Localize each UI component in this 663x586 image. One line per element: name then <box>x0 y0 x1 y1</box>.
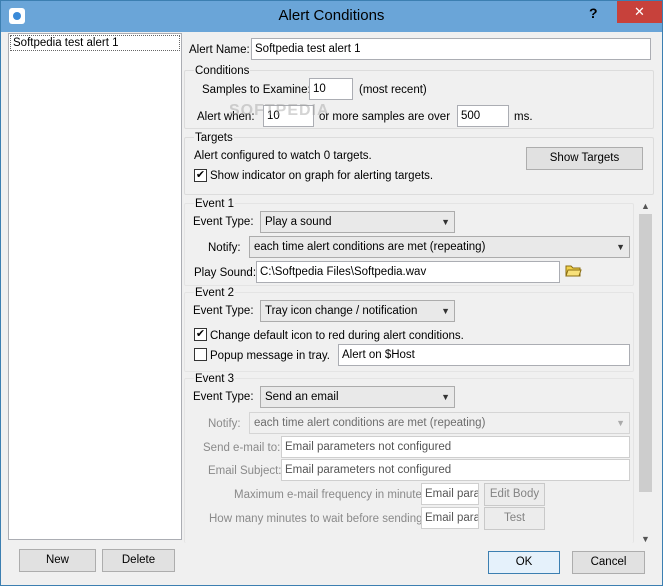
event3-type-label: Event Type: <box>193 391 254 403</box>
event1-heading: Event 1 <box>194 197 235 211</box>
alert-list[interactable]: Softpedia test alert 1 <box>8 33 182 540</box>
event1-type-value: Play a sound <box>265 216 332 228</box>
show-indicator-label: Show indicator on graph for alerting tar… <box>210 170 434 182</box>
max-frequency-label: Maximum e-mail frequency in minutes: <box>234 489 431 501</box>
play-sound-label: Play Sound: <box>194 267 257 279</box>
scrollbar-thumb[interactable] <box>639 214 652 492</box>
alert-conditions-window: Alert Conditions ? ✕ Softpedia test aler… <box>0 0 663 586</box>
event1-type-label: Event Type: <box>193 216 254 228</box>
event2-type-label: Event Type: <box>193 305 254 317</box>
wait-minutes-label: How many minutes to wait before sending: <box>209 513 426 525</box>
vertical-scrollbar[interactable]: ▲ ▼ <box>637 200 654 546</box>
event2-type-value: Tray icon change / notification <box>265 305 418 317</box>
popup-label: Popup message in tray. <box>210 350 330 362</box>
title-bar: Alert Conditions ? ✕ <box>1 1 662 32</box>
threshold-input[interactable]: 500 <box>457 105 509 127</box>
edit-body-button[interactable]: Edit Body <box>484 483 545 506</box>
show-indicator-checkbox[interactable]: ✔ <box>194 169 207 182</box>
event1-notify-label: Notify: <box>208 242 241 254</box>
watermark: SOFTPEDIA <box>229 102 330 119</box>
event3-heading: Event 3 <box>194 372 235 386</box>
wait-minutes-input[interactable]: Email param <box>421 507 479 529</box>
scroll-up-icon[interactable]: ▲ <box>637 200 654 213</box>
event3-notify-select[interactable]: each time alert conditions are met (repe… <box>249 412 630 434</box>
folder-icon[interactable] <box>565 263 582 277</box>
chevron-down-icon: ▼ <box>441 217 450 227</box>
send-to-label: Send e-mail to: <box>203 442 281 454</box>
event1-type-select[interactable]: Play a sound ▼ <box>260 211 455 233</box>
over-label: or more samples are over <box>319 111 451 123</box>
play-sound-input[interactable]: C:\Softpedia Files\Softpedia.wav <box>256 261 560 283</box>
chevron-down-icon: ▼ <box>616 242 625 252</box>
list-item[interactable]: Softpedia test alert 1 <box>10 35 180 51</box>
change-icon-checkbox[interactable]: ✔ <box>194 328 207 341</box>
test-button[interactable]: Test <box>484 507 545 530</box>
scroll-down-icon[interactable]: ▼ <box>637 533 654 546</box>
ok-button[interactable]: OK <box>488 551 560 574</box>
event2-type-select[interactable]: Tray icon change / notification ▼ <box>260 300 455 322</box>
new-button[interactable]: New <box>19 549 96 572</box>
samples-suffix: (most recent) <box>359 84 427 96</box>
event1-notify-select[interactable]: each time alert conditions are met (repe… <box>249 236 630 258</box>
close-button[interactable]: ✕ <box>617 1 662 23</box>
alert-name-input[interactable]: Softpedia test alert 1 <box>251 38 651 60</box>
max-frequency-input[interactable]: Email param <box>421 483 479 505</box>
window-title: Alert Conditions <box>278 7 385 24</box>
unit-label: ms. <box>514 111 533 123</box>
event3-type-select[interactable]: Send an email ▼ <box>260 386 455 408</box>
popup-message-input[interactable]: Alert on $Host <box>338 344 630 366</box>
help-button[interactable]: ? <box>589 5 598 21</box>
event2-heading: Event 2 <box>194 286 235 300</box>
show-targets-button[interactable]: Show Targets <box>526 147 643 170</box>
event1-notify-value: each time alert conditions are met (repe… <box>254 241 486 253</box>
samples-label: Samples to Examine: <box>202 84 311 96</box>
change-icon-label: Change default icon to red during alert … <box>210 330 464 342</box>
alert-name-label: Alert Name: <box>189 44 250 56</box>
conditions-heading: Conditions <box>194 64 251 78</box>
chevron-down-icon: ▼ <box>441 392 450 402</box>
chevron-down-icon: ▼ <box>616 418 625 428</box>
popup-checkbox[interactable] <box>194 348 207 361</box>
event3-notify-label: Notify: <box>208 418 241 430</box>
event3-type-value: Send an email <box>265 391 339 403</box>
subject-label: Email Subject: <box>208 465 282 477</box>
targets-status: Alert configured to watch 0 targets. <box>194 150 372 162</box>
targets-heading: Targets <box>194 131 234 145</box>
send-to-input[interactable]: Email parameters not configured <box>281 436 630 458</box>
samples-input[interactable]: 10 <box>309 78 353 100</box>
subject-input[interactable]: Email parameters not configured <box>281 459 630 481</box>
cancel-button[interactable]: Cancel <box>572 551 645 574</box>
delete-button[interactable]: Delete <box>102 549 175 572</box>
chevron-down-icon: ▼ <box>441 306 450 316</box>
event3-notify-value: each time alert conditions are met (repe… <box>254 417 486 429</box>
